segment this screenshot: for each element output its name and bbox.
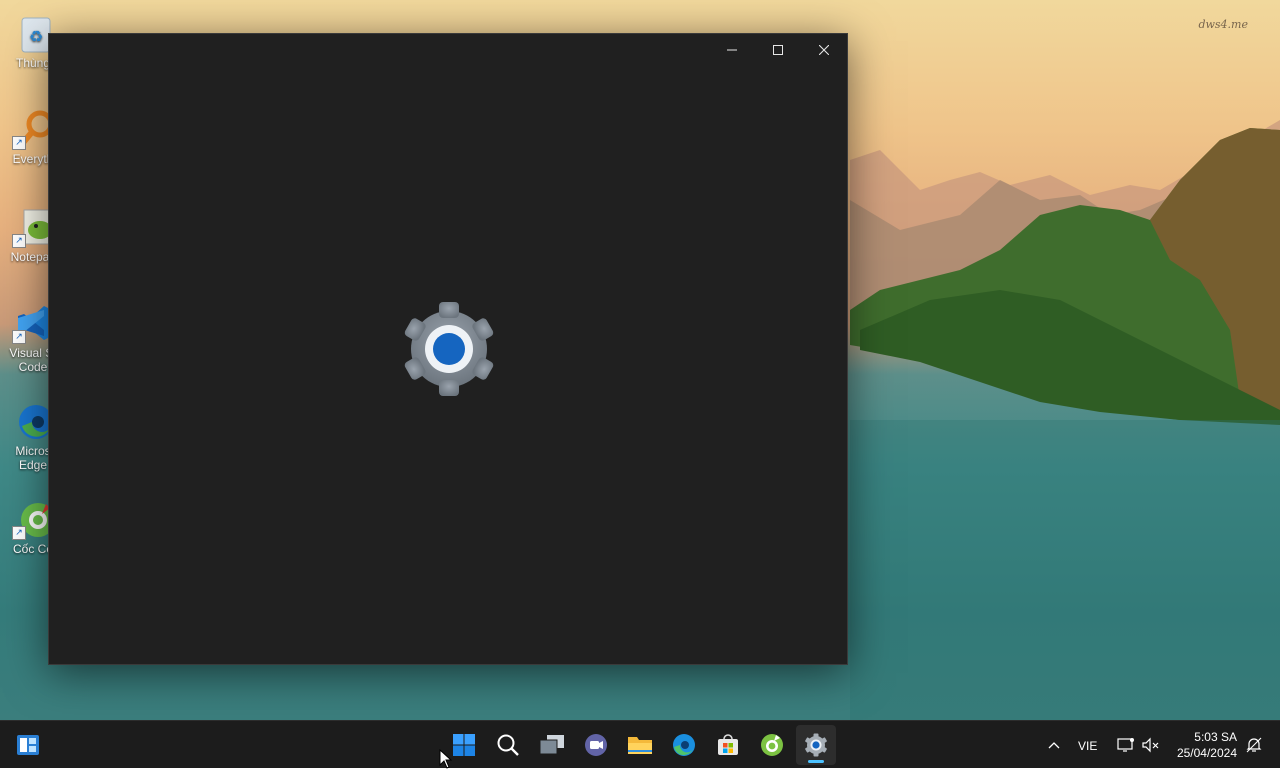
mouse-cursor-icon — [439, 749, 453, 769]
language-indicator[interactable]: VIE — [1078, 739, 1097, 753]
volume-muted-icon — [1142, 737, 1159, 753]
search-button[interactable] — [488, 725, 528, 765]
svg-text:♻: ♻ — [29, 29, 43, 46]
taskbar: VIE 5:03 SA 25/04/2024 — [0, 720, 1280, 768]
network-icon — [1117, 738, 1134, 752]
shortcut-arrow-icon: ↗ — [12, 526, 26, 540]
show-hidden-icons-button[interactable] — [1040, 725, 1068, 765]
task-view-icon — [539, 735, 564, 755]
search-icon — [497, 734, 519, 756]
notifications-button[interactable] — [1242, 725, 1266, 765]
store-icon — [718, 734, 738, 755]
coccoc-taskbar-button[interactable] — [752, 725, 792, 765]
maximize-button[interactable] — [755, 34, 801, 66]
store-button[interactable] — [708, 725, 748, 765]
settings-icon — [805, 733, 827, 757]
minimize-icon — [727, 49, 737, 51]
minimize-button[interactable] — [709, 34, 755, 66]
volume-button[interactable] — [1138, 725, 1164, 765]
widgets-button[interactable] — [8, 725, 48, 765]
file-explorer-icon — [628, 737, 652, 754]
clock-date: 25/04/2024 — [1176, 746, 1237, 760]
widgets-icon — [17, 735, 39, 755]
coccoc-icon — [761, 734, 783, 756]
teams-chat-icon — [585, 734, 607, 756]
settings-taskbar-button[interactable] — [796, 725, 836, 765]
close-icon — [819, 45, 829, 55]
shortcut-arrow-icon: ↗ — [12, 330, 26, 344]
settings-window — [48, 33, 848, 665]
clock-time: 5:03 SA — [1194, 730, 1237, 744]
edge-icon — [673, 734, 695, 756]
wallpaper-watermark: dws4.me — [1198, 18, 1248, 31]
task-view-button[interactable] — [532, 725, 572, 765]
close-button[interactable] — [801, 34, 847, 66]
window-titlebar-controls — [709, 34, 847, 66]
active-app-indicator — [808, 760, 824, 763]
maximize-icon — [773, 45, 783, 55]
settings-splash-icon — [404, 302, 494, 396]
notification-bell-icon — [1246, 737, 1262, 753]
start-icon — [453, 734, 475, 756]
shortcut-arrow-icon: ↗ — [12, 234, 26, 248]
teams-chat-button[interactable] — [576, 725, 616, 765]
chevron-up-icon — [1048, 742, 1060, 749]
file-explorer-button[interactable] — [620, 725, 660, 765]
network-button[interactable] — [1112, 725, 1140, 765]
system-clock[interactable]: 5:03 SA 25/04/2024 — [1177, 729, 1237, 761]
shortcut-arrow-icon: ↗ — [12, 136, 26, 150]
edge-taskbar-button[interactable] — [664, 725, 704, 765]
